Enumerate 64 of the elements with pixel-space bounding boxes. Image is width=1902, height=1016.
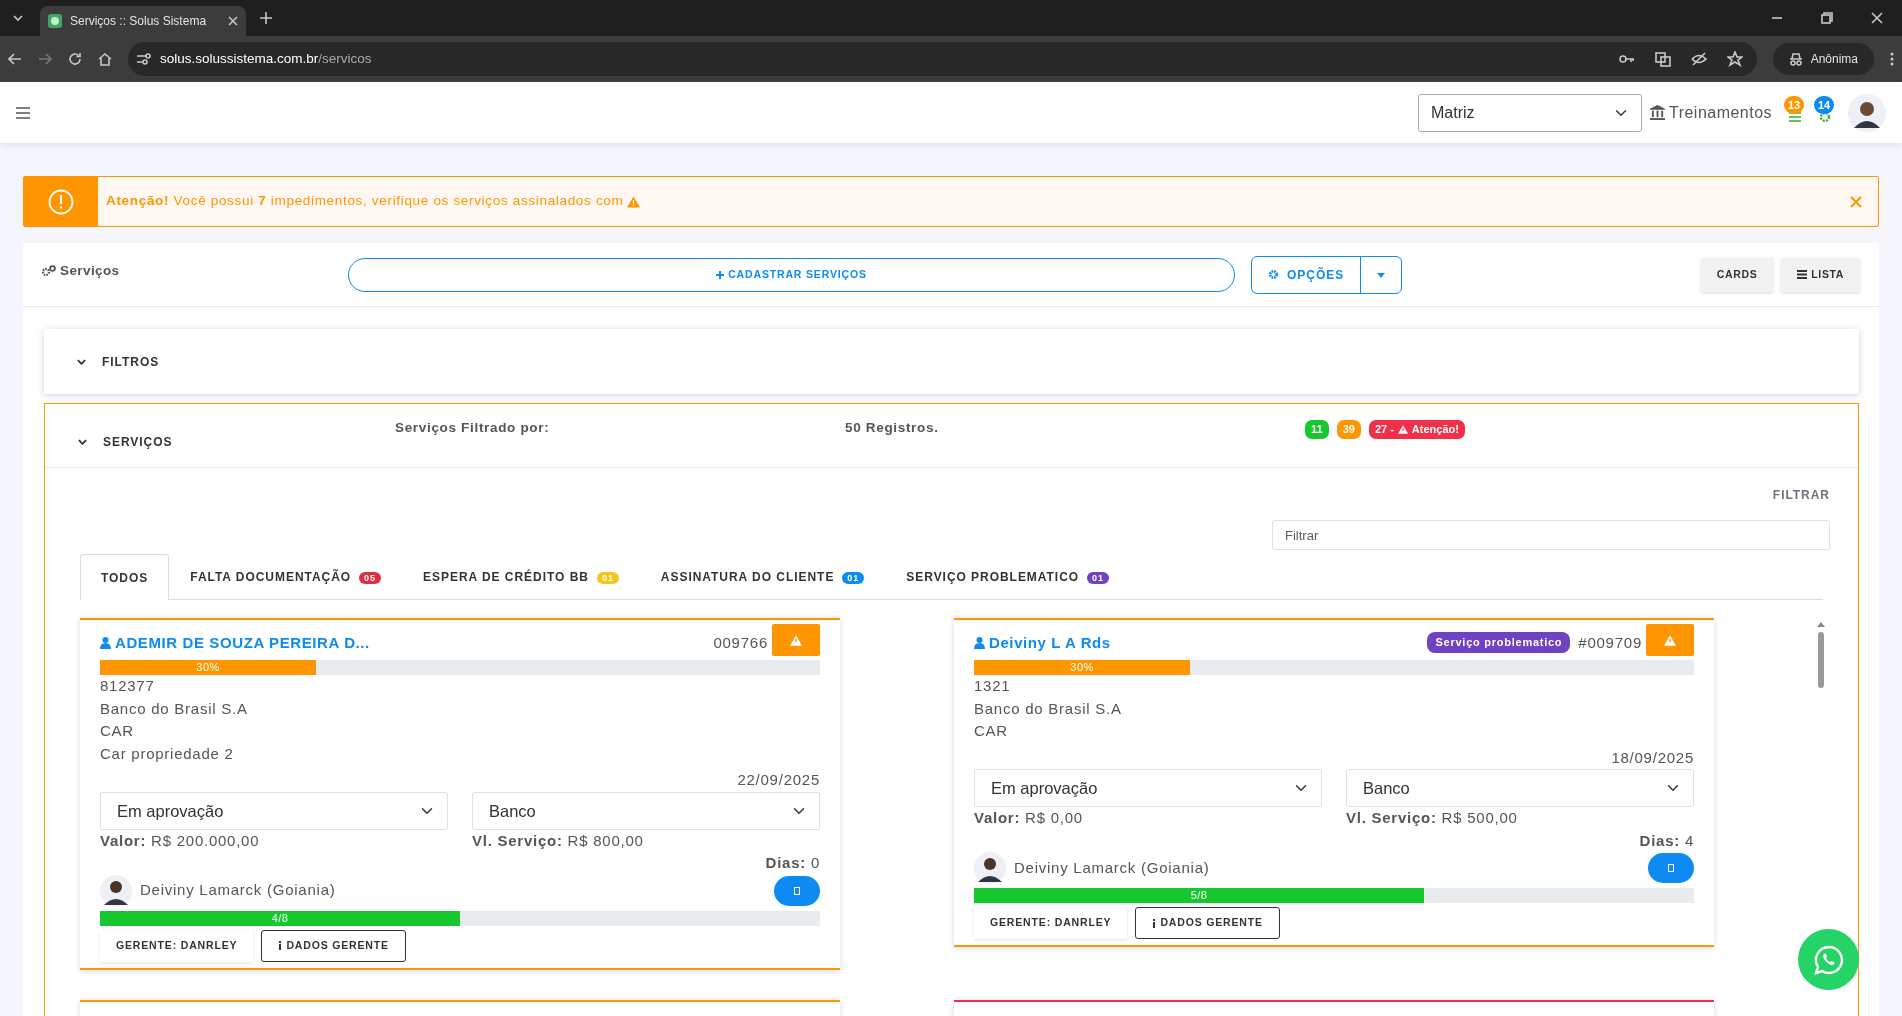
section-label[interactable]: SERVIÇOS xyxy=(103,432,173,451)
value-text: Vl. Serviço: R$ 800,00 xyxy=(472,830,645,851)
value-text: Valor: R$ 0,00 xyxy=(974,808,1084,828)
filter-tab[interactable]: TODOS xyxy=(80,554,170,600)
notification-count: 14 xyxy=(1814,95,1835,114)
type-select[interactable]: Banco xyxy=(472,791,820,830)
filter-field[interactable]: Filtrar xyxy=(1272,520,1830,550)
progress-fill: 30% xyxy=(100,660,316,675)
date-text: 22/09/2025 xyxy=(736,770,820,790)
tab-count: 01 xyxy=(842,572,865,584)
manager-button[interactable]: GERENTE: DANRLEY xyxy=(974,907,1128,939)
days-text: Dias: 4 xyxy=(1639,830,1694,851)
manager-button[interactable]: GERENTE: DANRLEY xyxy=(100,929,254,962)
filter-summary: Serviços Filtrado por: xyxy=(395,419,551,437)
status-tag: Serviço problematico xyxy=(1427,632,1571,653)
trainings-link[interactable]: Treinamentos xyxy=(1650,100,1772,125)
branch-select[interactable]: Matriz xyxy=(1418,93,1642,132)
value-text: Valor: R$ 200.000,00 xyxy=(100,830,261,851)
status-select[interactable]: Em aprovação xyxy=(974,769,1322,807)
value-text: Vl. Serviço: R$ 500,00 xyxy=(1346,808,1519,828)
address-field[interactable]: solus.solussistema.com.br/servicos xyxy=(160,48,372,70)
filter-tab[interactable]: SERVIÇO PROBLEMATICO 01 xyxy=(885,554,1130,599)
responsible-name: Deiviny Lamarck (Goiania) xyxy=(140,880,336,901)
filter-tab[interactable]: ESPERA DE CRÉDITO BB 01 xyxy=(402,554,640,599)
count-badge: 11 xyxy=(1305,420,1329,439)
service-number: 009766 xyxy=(713,633,768,653)
detail-text: CAR xyxy=(100,721,135,741)
detail-text: Car propriedade 2 xyxy=(100,743,235,764)
steps-fill: 5/8 xyxy=(974,888,1424,903)
date-text: 18/09/2025 xyxy=(1610,747,1694,768)
filter-label: FILTRAR xyxy=(1772,487,1830,504)
detail-text: CAR xyxy=(974,721,1009,741)
section-title: Serviços xyxy=(60,262,120,280)
tab-count: 01 xyxy=(1087,572,1109,584)
filter-tab[interactable]: ASSINATURA DO CLIENTE 01 xyxy=(639,554,886,599)
manager-details-button[interactable]: DADOS GERENTE xyxy=(261,929,406,962)
type-select[interactable]: Banco xyxy=(1346,769,1694,807)
notification-count: 13 xyxy=(1784,95,1805,114)
detail-text: Banco do Brasil S.A xyxy=(100,698,249,719)
list-view-button[interactable]: LISTA xyxy=(1781,257,1860,292)
count-badge: 27 - Atenção! xyxy=(1368,420,1465,439)
steps-fill: 4/8 xyxy=(100,910,460,926)
alert-message: Atenção! Você possui 7 impedimentos, verifique os serviços assinalados com xyxy=(106,192,624,211)
cards-button[interactable]: CARDS xyxy=(1700,257,1774,292)
tab-count: 05 xyxy=(359,572,382,584)
detail-text: 812377 xyxy=(100,676,156,696)
section-label[interactable]: FILTROS xyxy=(102,352,160,371)
manager-details-button[interactable]: DADOS GERENTE xyxy=(1135,907,1280,939)
client-link[interactable]: ADEMIR DE SOUZA PEREIRA D... xyxy=(100,632,370,655)
detail-text: 1321 xyxy=(974,676,1012,696)
options-button[interactable]: OPÇÕES xyxy=(1251,255,1362,294)
profile-button[interactable]: Anônima xyxy=(1772,43,1874,75)
count-badge: 39 xyxy=(1336,420,1361,439)
add-services-button[interactable]: CADASTRAR SERVIÇOS xyxy=(348,257,1235,292)
tab-count: 01 xyxy=(596,572,619,584)
progress-fill: 30% xyxy=(974,660,1190,675)
filter-tab[interactable]: FALTA DOCUMENTAÇÃO 05 xyxy=(169,554,403,599)
responsible-name: Deiviny Lamarck (Goiania) xyxy=(1014,857,1210,878)
client-link[interactable]: Deiviny L A Rds xyxy=(974,632,1111,655)
record-count: 50 Registros. xyxy=(845,419,940,437)
status-select[interactable]: Em aprovação xyxy=(100,791,448,830)
days-text: Dias: 0 xyxy=(765,853,820,873)
detail-text: Banco do Brasil S.A xyxy=(974,698,1123,719)
service-number: #009709 xyxy=(1578,633,1642,653)
